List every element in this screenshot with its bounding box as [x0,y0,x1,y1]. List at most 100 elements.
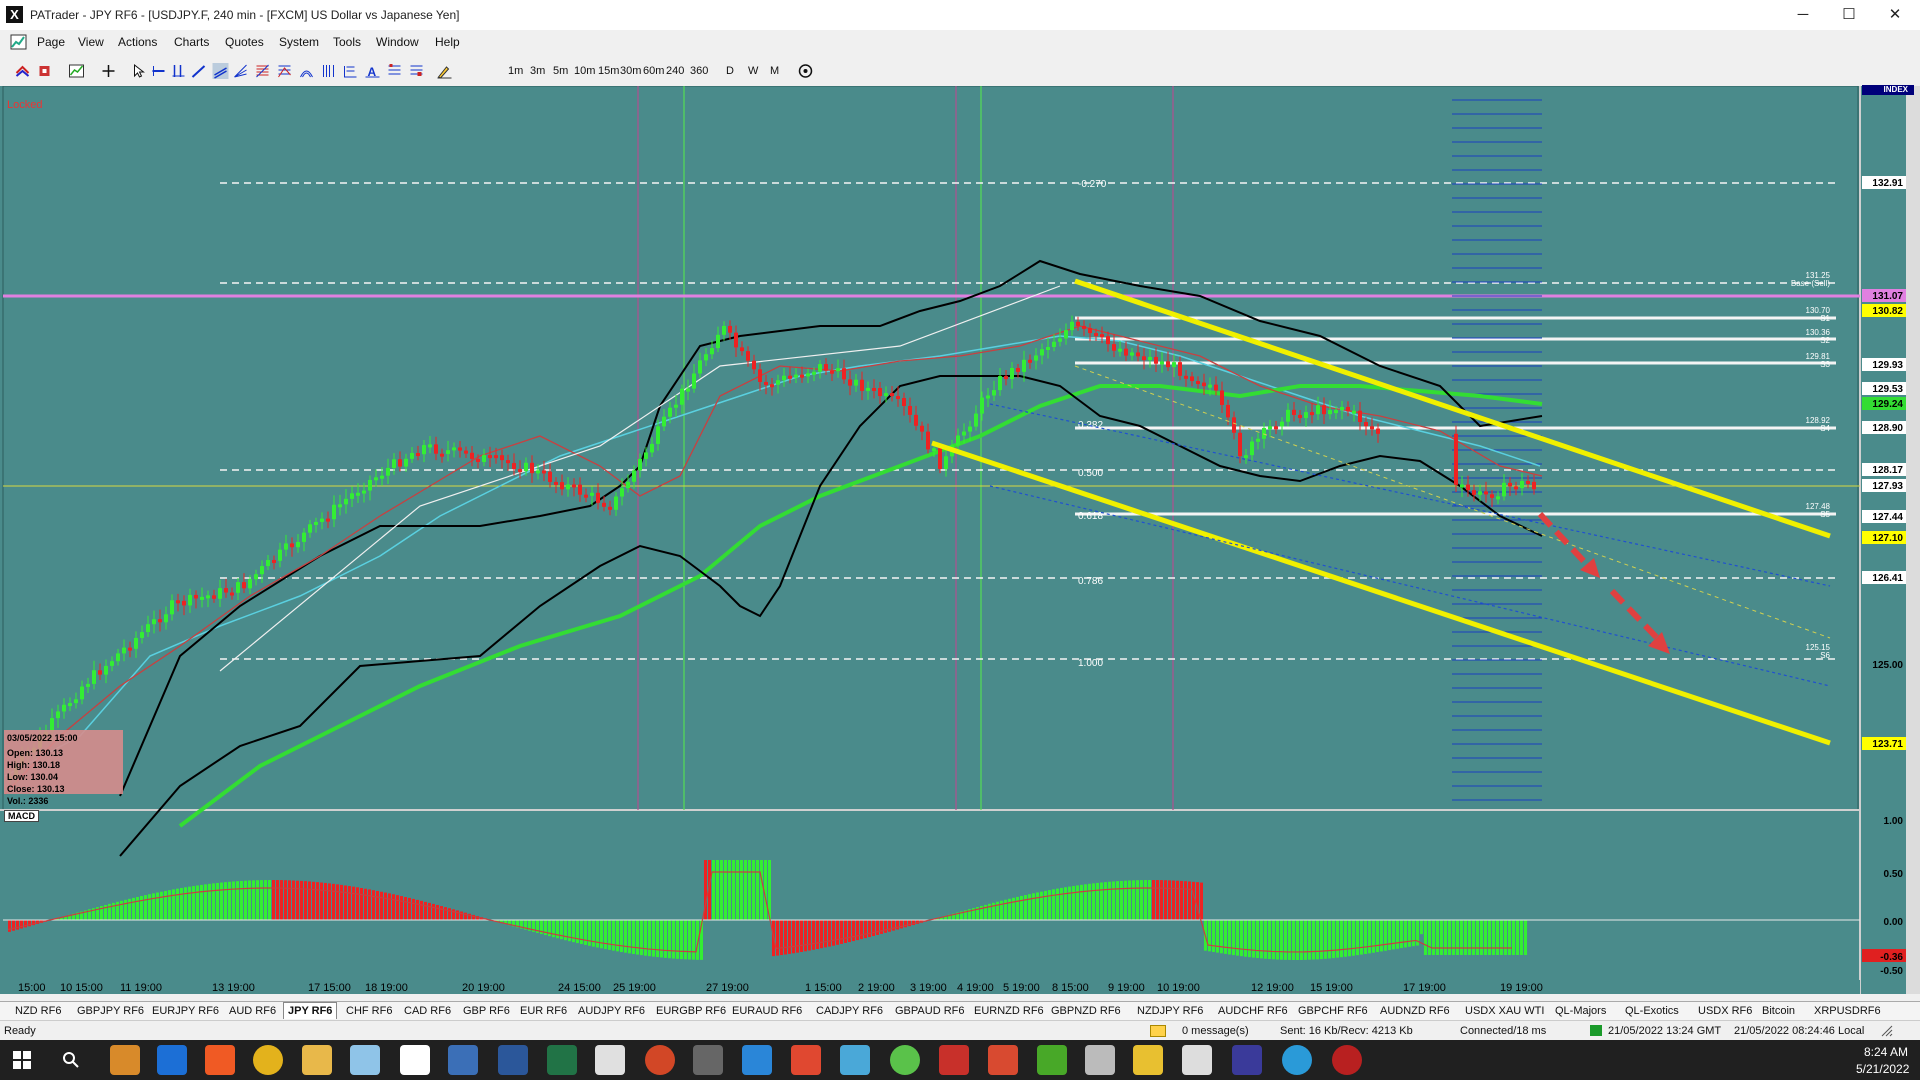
tf-15m[interactable]: 15m [598,65,619,77]
tab-eurjpy-rf6[interactable]: EURJPY RF6 [152,1005,219,1017]
tab-eurgbp-rf6[interactable]: EURGBP RF6 [656,1005,726,1017]
tab-gbpnzd-rf6[interactable]: GBPNZD RF6 [1051,1005,1121,1017]
tab-cadjpy-rf6[interactable]: CADJPY RF6 [816,1005,883,1017]
tray-date[interactable]: 5/21/2022 [1856,1062,1909,1076]
taskbar-calculator-icon[interactable] [448,1045,478,1075]
taskbar-explorer-icon[interactable] [302,1045,332,1075]
menu-page[interactable]: Page [37,35,65,49]
taskbar-terminal-icon[interactable] [1232,1045,1262,1075]
tab-usdx-xau-wti[interactable]: USDX XAU WTI [1465,1005,1544,1017]
period-weekly[interactable]: W [748,65,758,77]
taskbar-app-icon[interactable] [595,1045,625,1075]
resize-grip-icon[interactable] [1880,1024,1894,1038]
crosshair-icon[interactable] [100,63,117,79]
status-messages[interactable]: 0 message(s) [1182,1025,1249,1037]
taskbar-bird-icon[interactable] [939,1045,969,1075]
minimize-button[interactable]: ─ [1780,0,1826,30]
menu-help[interactable]: Help [435,35,460,49]
tab-ql-majors[interactable]: QL-Majors [1555,1005,1606,1017]
tab-gbpjpy-rf6[interactable]: GBPJPY RF6 [77,1005,144,1017]
tab-nzd-rf6[interactable]: NZD RF6 [15,1005,61,1017]
menu-quotes[interactable]: Quotes [225,35,264,49]
text-tool-icon[interactable]: A [364,63,381,79]
fib-extension-icon[interactable] [276,63,293,79]
menu-system[interactable]: System [279,35,319,49]
taskbar-record-icon[interactable] [1332,1045,1362,1075]
chart-area[interactable]: -0.2700.3820.5000.6180.7861.000131.25Bas… [0,85,1920,994]
tab-jpy-rf6[interactable]: JPY RF6 [283,1002,338,1019]
tab-audchf-rf6[interactable]: AUDCHF RF6 [1218,1005,1288,1017]
order-icon[interactable] [36,63,53,79]
tf-30m[interactable]: 30m [620,65,641,77]
tab-ql-exotics[interactable]: QL-Exotics [1625,1005,1679,1017]
taskbar-excel-icon[interactable] [547,1045,577,1075]
taskbar-chrome-icon[interactable] [253,1045,283,1075]
maximize-button[interactable]: ☐ [1826,0,1872,30]
new-chart-icon[interactable] [68,63,85,79]
gann-icon[interactable] [342,63,359,79]
taskbar-c2-app-icon[interactable] [1037,1045,1067,1075]
taskbar-notes-icon[interactable] [350,1045,380,1075]
close-button[interactable]: ✕ [1872,0,1918,30]
tab-gbp-rf6[interactable]: GBP RF6 [463,1005,510,1017]
search-icon[interactable] [62,1051,80,1069]
time-zones-icon[interactable] [320,63,337,79]
taskbar-remote-icon[interactable] [840,1045,870,1075]
tab-xrpusdrf6[interactable]: XRPUSDRF6 [1814,1005,1881,1017]
taskbar-edge-icon[interactable] [157,1045,187,1075]
tf-240[interactable]: 240 [666,65,684,77]
fib-arcs-icon[interactable] [298,63,315,79]
draw-tools-icon[interactable] [436,63,453,79]
tab-eur-rf6[interactable]: EUR RF6 [520,1005,567,1017]
taskbar-paint-icon[interactable] [1182,1045,1212,1075]
horizontal-line-icon[interactable] [150,63,167,79]
taskbar-tool-icon[interactable] [1085,1045,1115,1075]
fib-fan-icon[interactable] [232,63,249,79]
taskbar-brave-icon[interactable] [205,1045,235,1075]
pitchfork-icon[interactable] [386,63,403,79]
taskbar-sticky-icon[interactable] [1133,1045,1163,1075]
taskbar-s-app-icon[interactable] [742,1045,772,1075]
buy-sell-icon[interactable] [14,63,31,79]
fib-retracement-icon[interactable] [254,63,271,79]
period-daily[interactable]: D [726,65,734,77]
menu-actions[interactable]: Actions [118,35,157,49]
tab-euraud-rf6[interactable]: EURAUD RF6 [732,1005,802,1017]
tf-10m[interactable]: 10m [574,65,595,77]
taskbar-mail-icon[interactable] [110,1045,140,1075]
tab-chf-rf6[interactable]: CHF RF6 [346,1005,392,1017]
tab-audnzd-rf6[interactable]: AUDNZD RF6 [1380,1005,1450,1017]
tf-5m[interactable]: 5m [553,65,568,77]
message-icon[interactable] [1150,1025,1166,1037]
taskbar-snip-icon[interactable] [693,1045,723,1075]
tf-60m[interactable]: 60m [643,65,664,77]
tab-usdx-rf6[interactable]: USDX RF6 [1698,1005,1752,1017]
windows-start-icon[interactable] [13,1051,31,1069]
taskbar-c-app-icon[interactable] [988,1045,1018,1075]
tab-audjpy-rf6[interactable]: AUDJPY RF6 [578,1005,645,1017]
period-monthly[interactable]: M [770,65,779,77]
price-chart[interactable]: -0.2700.3820.5000.6180.7861.000131.25Bas… [0,86,1920,994]
tf-3m[interactable]: 3m [530,65,545,77]
tab-nzdjpy-rf6[interactable]: NZDJPY RF6 [1137,1005,1203,1017]
target-icon[interactable] [797,63,814,79]
tab-bitcoin[interactable]: Bitcoin [1762,1005,1795,1017]
taskbar-word-icon[interactable] [498,1045,528,1075]
trendline-icon[interactable] [190,63,207,79]
channel-icon[interactable] [212,63,229,79]
tab-gbpaud-rf6[interactable]: GBPAUD RF6 [895,1005,964,1017]
tab-cad-rf6[interactable]: CAD RF6 [404,1005,451,1017]
taskbar-patrader-icon[interactable] [400,1045,430,1075]
menu-window[interactable]: Window [376,35,419,49]
taskbar-ninja-icon[interactable] [890,1045,920,1075]
menu-view[interactable]: View [78,35,104,49]
vertical-line-icon[interactable] [170,63,187,79]
tray-time[interactable]: 8:24 AM [1864,1045,1908,1059]
menu-tools[interactable]: Tools [333,35,361,49]
taskbar-telegram-icon[interactable] [1282,1045,1312,1075]
taskbar-powerpoint-icon[interactable] [645,1045,675,1075]
tab-eurnzd-rf6[interactable]: EURNZD RF6 [974,1005,1044,1017]
tf-360[interactable]: 360 [690,65,708,77]
tf-1m[interactable]: 1m [508,65,523,77]
taskbar-s2-app-icon[interactable] [791,1045,821,1075]
